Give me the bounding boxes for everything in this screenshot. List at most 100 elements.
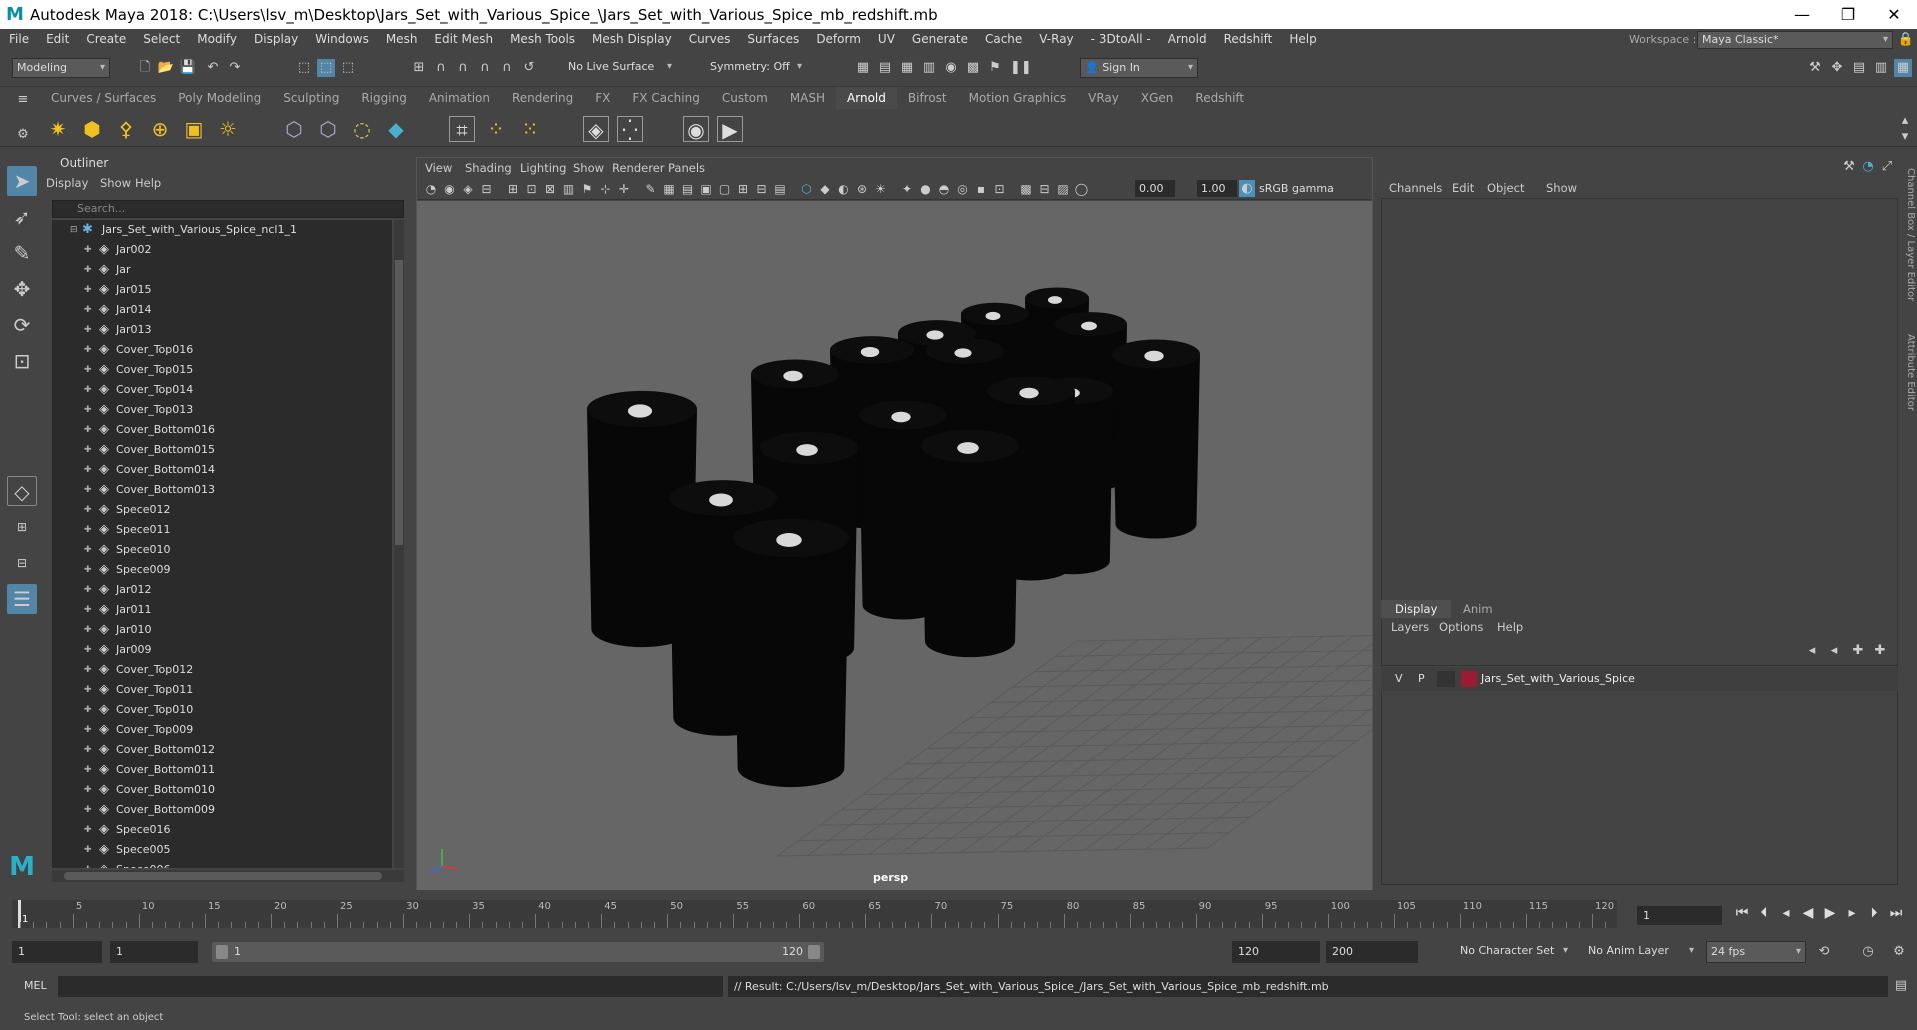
menu-cache[interactable]: Cache [976,32,1030,46]
step-back-key-icon[interactable]: ⏴ [1755,904,1773,922]
rotate-tool-icon[interactable]: ⟳ [7,310,37,340]
texture-manager-icon[interactable]: ⌗ [449,116,475,142]
persp-outliner-layout-icon[interactable]: ⊟ [7,548,37,578]
live-surface-dropdown[interactable]: No Live Surface [564,58,676,78]
viewport-tool-icon-1[interactable]: ◔ [423,180,439,198]
snap-point-icon[interactable]: ∩ [454,59,472,77]
outliner-item[interactable]: ✚ ◈ Cover_Bottom010 [52,780,392,800]
expand-icon[interactable]: ✚ [84,480,92,500]
new-layer-selected-icon[interactable]: ✚ [1871,642,1889,660]
go-to-start-icon[interactable]: ⏮ [1733,904,1751,922]
expand-icon[interactable]: ✚ [84,520,92,540]
outliner-item[interactable]: ✚ ◈ Jar011 [52,600,392,620]
outliner-root-node[interactable]: ⊟ ✱ Jars_Set_with_Various_Spice_ncl1_1 [52,220,392,240]
expand-icon[interactable]: ✚ [84,740,92,760]
shelf-tab-curves-surfaces[interactable]: Curves / Surfaces [40,87,167,109]
expand-icon[interactable]: ✚ [84,420,92,440]
time-ruler[interactable]: 1 5 10 15 20 25 30 35 40 45 50 55 60 65 70 75 80 85 90 95 10… [12,900,1617,928]
menu-edit-mesh[interactable]: Edit Mesh [425,32,501,46]
expand-icon[interactable]: ✚ [84,380,92,400]
sign-in-dropdown[interactable]: 👤 Sign In [1080,58,1198,78]
menu-mesh[interactable]: Mesh [377,32,426,46]
outliner-item[interactable]: ✚ ◈ Cover_Bottom014 [52,460,392,480]
light-editor-icon[interactable]: ◈ [583,116,609,142]
expand-icon[interactable]: ✚ [84,820,92,840]
layer-type-toggle[interactable] [1437,671,1455,687]
outliner-item[interactable]: ✚ ◈ Jar002 [52,240,392,260]
expand-icon[interactable]: ✚ [84,340,92,360]
volume-icon[interactable]: ◌ [349,116,375,142]
menu-uv[interactable]: UV [869,32,903,46]
script-language-label[interactable]: MEL [24,979,47,992]
script-editor-icon[interactable]: ▤ [1892,977,1910,995]
outliner-item[interactable]: ✚ ◈ Cover_Top012 [52,660,392,680]
jar-mesh[interactable] [1112,339,1200,539]
viewport-tool-icon-16[interactable]: ▢ [717,180,733,198]
shelf-tab-animation[interactable]: Animation [418,87,501,109]
viewport-tool-icon-29[interactable]: ▪ [973,180,989,198]
tool-settings-icon[interactable]: ▥ [1872,59,1890,77]
snap-view-icon[interactable]: ∩ [476,59,494,77]
layer-menu-help[interactable]: Help [1497,620,1523,634]
snap-curve-icon[interactable]: ∩ [432,59,450,77]
shelf-tab-redshift[interactable]: Redshift [1184,87,1255,109]
arnold-render-icon[interactable]: ▩ [964,59,982,77]
collapse-icon[interactable]: ⊟ [70,220,78,240]
menu-modify[interactable]: Modify [188,32,245,46]
layer-visibility-toggle[interactable]: V [1395,672,1403,685]
viewport-tool-icon-3[interactable]: ◈ [460,180,476,198]
jar-mesh[interactable] [921,429,1019,658]
render-view-shelf-icon[interactable]: ◉ [683,116,709,142]
time-slider[interactable]: 1 5 10 15 20 25 30 35 40 45 50 55 60 65 70 75 80 85 90 95 10… [0,896,1917,932]
expand-icon[interactable]: ✚ [84,280,92,300]
anim-layer-dropdown[interactable]: No Anim Layer [1572,941,1698,963]
outliner-menu-display[interactable]: Display [46,176,88,190]
shelf-tab-custom[interactable]: Custom [711,87,779,109]
outliner-item[interactable]: ✚ ◈ Jar010 [52,620,392,640]
menu-curves[interactable]: Curves [680,32,739,46]
command-input[interactable] [58,976,723,997]
outliner-item[interactable]: ✚ ◈ Cover_Top013 [52,400,392,420]
current-frame-field[interactable]: 1 [1637,906,1722,925]
expand-icon[interactable]: ✚ [84,260,92,280]
skydome-light-icon[interactable]: ⊕ [147,116,173,142]
expand-icon[interactable]: ✚ [84,760,92,780]
menu-v-ray[interactable]: V-Ray [1030,32,1081,46]
layer-tab-anim[interactable]: Anim [1463,602,1493,616]
viewport-menu-renderer[interactable]: Renderer [612,161,665,175]
symmetry-dropdown[interactable]: Symmetry: Off [706,58,806,78]
menu-surfaces[interactable]: Surfaces [738,32,807,46]
snap-grid-icon[interactable]: ⊞ [410,59,428,77]
lock-icon[interactable]: 🔒 [1897,31,1915,49]
viewport-tool-icon-7[interactable]: ⊠ [542,180,558,198]
menu-mesh-display[interactable]: Mesh Display [583,32,680,46]
viewport-tool-icon-11[interactable]: ✛ [616,180,632,198]
outliner-item[interactable]: ✚ ◈ Cover_Bottom016 [52,420,392,440]
snap-edge-icon[interactable]: ↺ [520,59,538,77]
outliner-item[interactable]: ✚ ◈ Cover_Top014 [52,380,392,400]
outliner-item[interactable]: ✚ ◈ Jar [52,260,392,280]
3d-scene-view[interactable]: persp [417,201,1508,890]
mode-dropdown[interactable]: Modeling [12,58,110,78]
shelf-scroll-down-icon[interactable]: ▾ [1896,128,1914,146]
attribute-editor-toggle-icon[interactable]: ▤ [1850,59,1868,77]
expand-icon[interactable]: ✚ [84,540,92,560]
menu-help[interactable]: Help [1280,32,1324,46]
playback-end-field[interactable]: 120 [1232,941,1320,963]
outliner-item[interactable]: ✚ ◈ Cover_Top010 [52,700,392,720]
viewport-tool-icon-4[interactable]: ⊟ [479,180,495,198]
range-end-handle[interactable] [808,945,820,959]
photometric-light-icon[interactable]: ⚴ [113,116,139,142]
viewport-tool-icon-10[interactable]: ⊹ [598,180,614,198]
menu-create[interactable]: Create [77,32,134,46]
viewport-menu-view[interactable]: View [425,161,452,175]
human-ik-icon[interactable]: ✥ [1828,59,1846,77]
viewport-tool-icon-12[interactable]: ✎ [643,180,659,198]
outliner-item[interactable]: ✚ ◈ Cover_Bottom012 [52,740,392,760]
outliner-item[interactable]: ✚ ◈ Cover_Top009 [52,720,392,740]
save-scene-icon[interactable]: 💾 [179,59,197,77]
outliner-vertical-scrollbar[interactable] [394,220,404,868]
menu-select[interactable]: Select [134,32,188,46]
mesh-light-icon[interactable]: ⬢ [79,116,105,142]
viewport-tool-icon-34[interactable]: ◯ [1074,180,1090,198]
